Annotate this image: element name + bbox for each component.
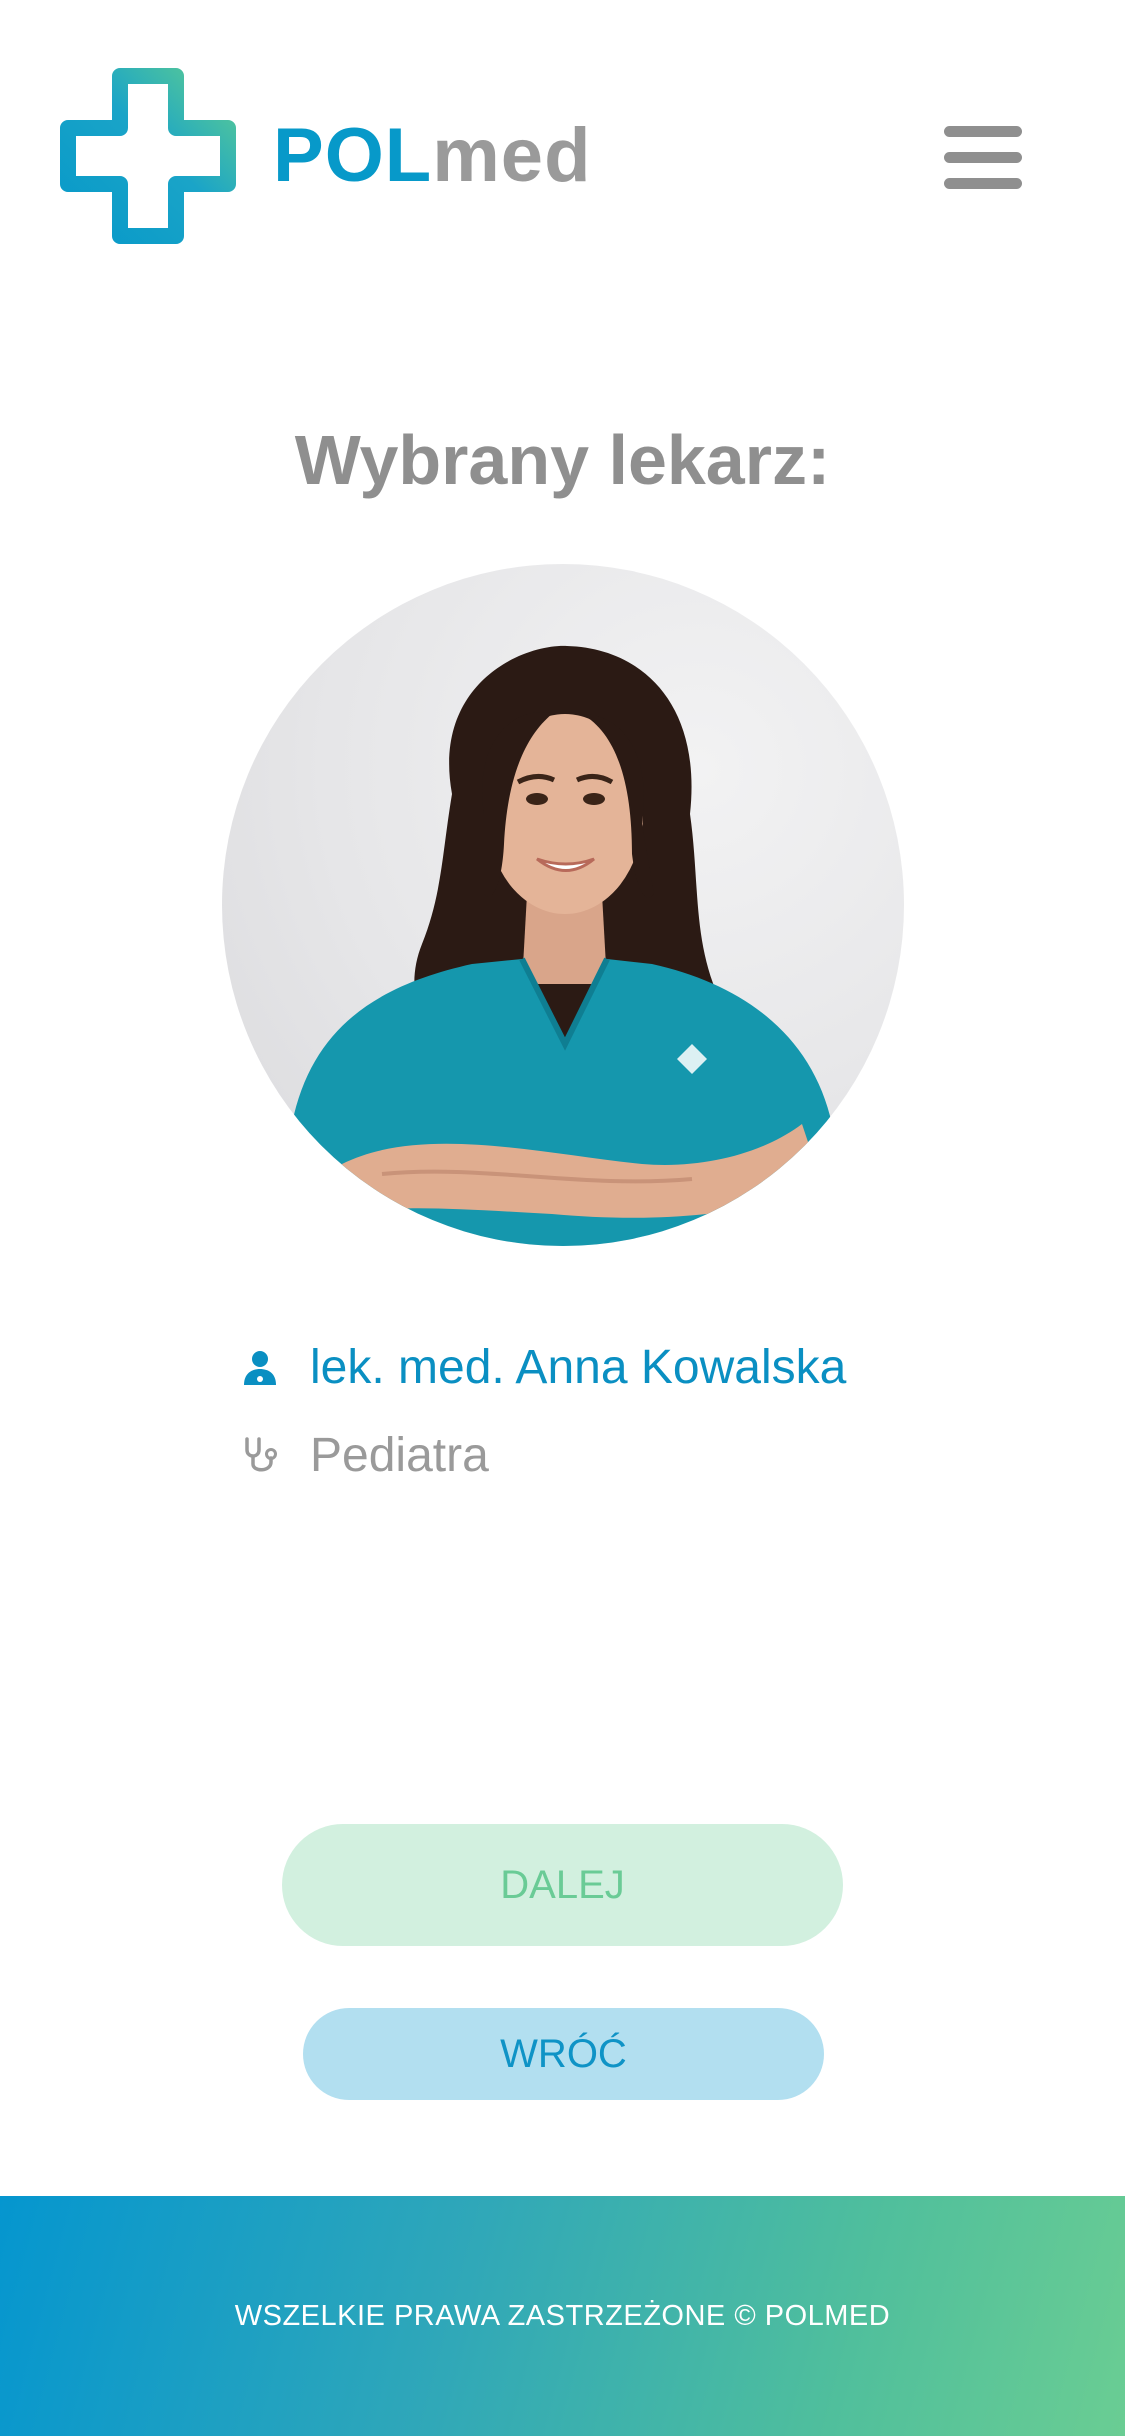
hamburger-line	[944, 178, 1022, 189]
doctor-name: lek. med. Anna Kowalska	[310, 1341, 847, 1394]
hamburger-line	[944, 152, 1022, 163]
app-header: POLmed	[0, 0, 1125, 330]
page-footer: WSZELKIE PRAWA ZASTRZEŻONE © POLMED	[0, 2196, 1125, 2436]
doctor-name-row: lek. med. Anna Kowalska	[238, 1340, 846, 1395]
next-button[interactable]: DALEJ	[282, 1824, 843, 1946]
doctor-photo	[222, 564, 904, 1246]
logo-wordmark: POLmed	[273, 118, 592, 194]
back-button[interactable]: WRÓĆ	[303, 2008, 824, 2100]
stethoscope-icon	[238, 1434, 282, 1478]
polmed-logo[interactable]: POLmed	[58, 66, 592, 246]
doctor-person-icon	[238, 1346, 282, 1390]
hamburger-menu-button[interactable]	[940, 118, 1026, 196]
medical-cross-logo-icon	[60, 68, 236, 244]
logo-text-pol: POL	[273, 113, 433, 198]
doctor-specialty: Pediatra	[310, 1429, 489, 1482]
doctor-specialty-row: Pediatra	[238, 1428, 489, 1483]
copyright-text: WSZELKIE PRAWA ZASTRZEŻONE © POLMED	[234, 2299, 891, 2332]
doctor-portrait-illustration	[262, 645, 862, 1246]
hamburger-line	[944, 126, 1022, 137]
page-title: Wybrany lekarz:	[294, 421, 831, 499]
logo-text-med: med	[432, 113, 592, 198]
